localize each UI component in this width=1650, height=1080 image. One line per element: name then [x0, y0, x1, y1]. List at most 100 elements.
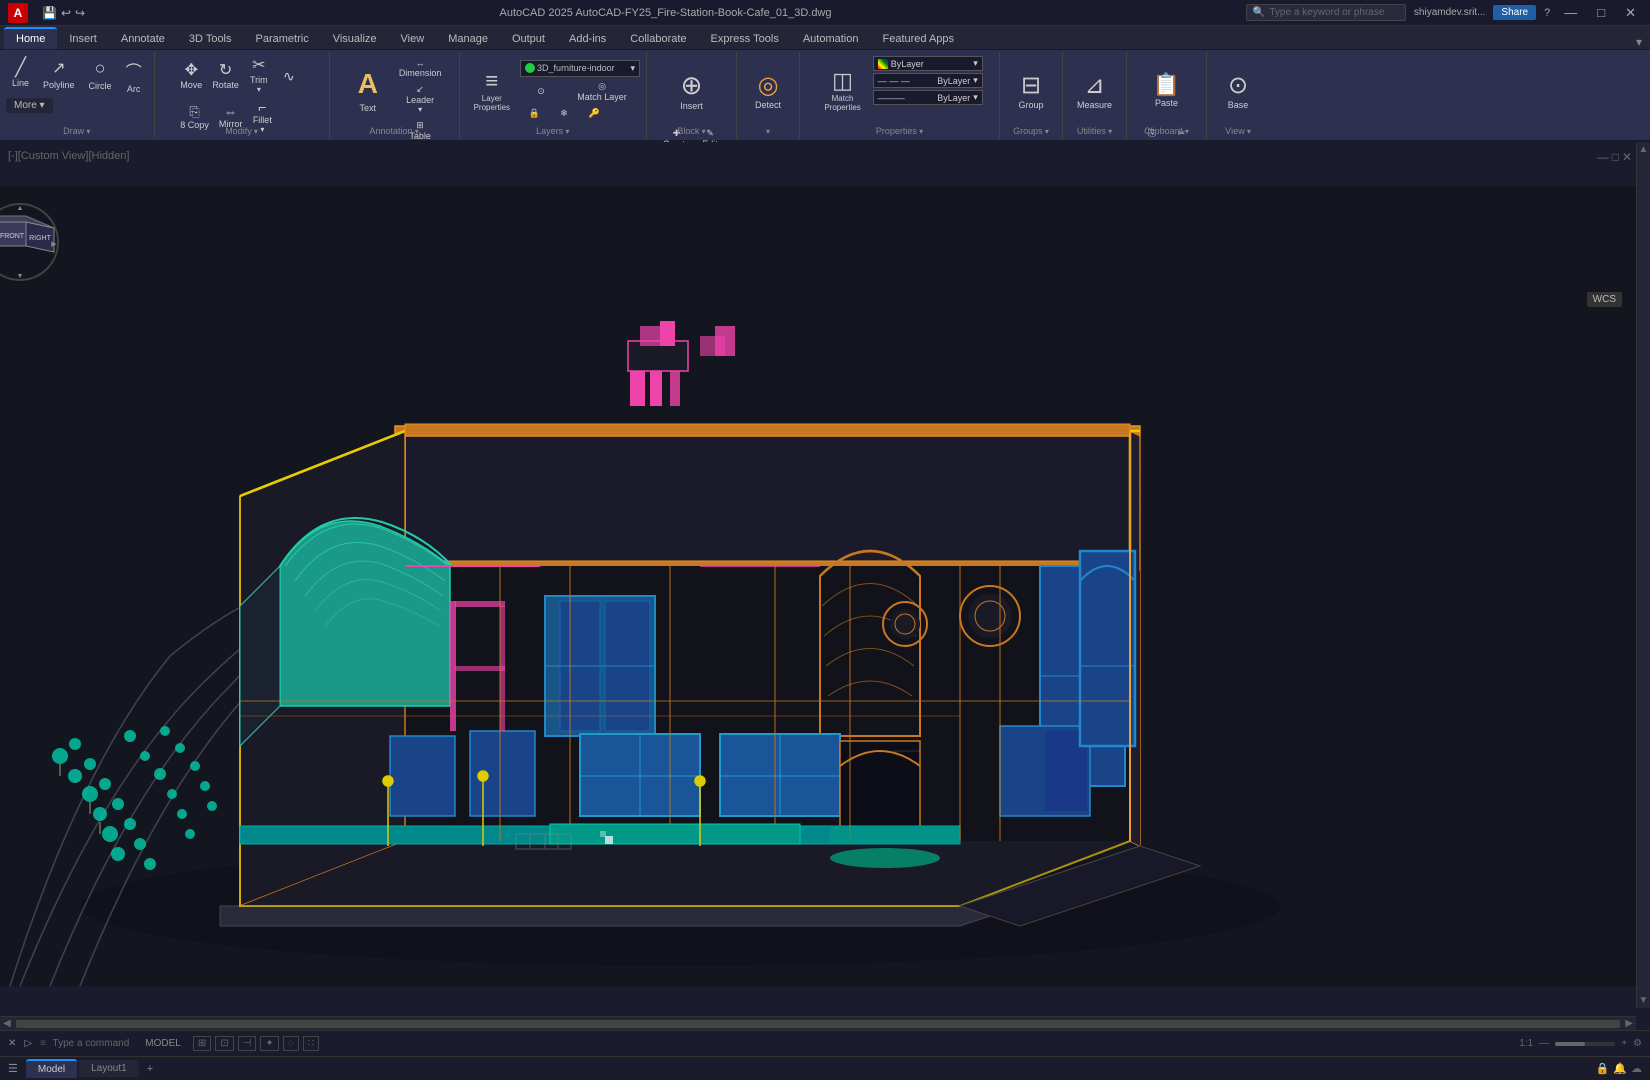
detect-button[interactable]: ◎ Detect	[743, 56, 793, 124]
group-button[interactable]: ⊟ Group	[1006, 56, 1056, 124]
search-box[interactable]: 🔍 Type a keyword or phrase	[1246, 4, 1406, 21]
vertical-scrollbar[interactable]: ▲ ▼	[1636, 142, 1650, 1008]
layers-group-label[interactable]: Layers	[460, 126, 646, 136]
layer-properties-button[interactable]: ≡ LayerProperties	[466, 56, 518, 124]
draw-more-btn[interactable]: More ▾	[6, 98, 53, 113]
tab-model[interactable]: Model	[26, 1059, 77, 1078]
help-btn[interactable]: ?	[1544, 7, 1550, 19]
properties-group-label[interactable]: Properties	[800, 126, 999, 136]
polyline-button[interactable]: ↗ Polyline	[37, 56, 81, 96]
modify-group-label[interactable]: Modify	[155, 126, 329, 136]
building-viewport[interactable]	[0, 142, 1650, 1030]
paste-button[interactable]: 📋 Paste	[1138, 56, 1196, 124]
tab-manage[interactable]: Manage	[436, 29, 500, 49]
layer-freeze-btn[interactable]: ❄	[550, 106, 578, 121]
base-button[interactable]: ⊙ Base	[1213, 56, 1263, 124]
tab-addins[interactable]: Add-ins	[557, 29, 618, 49]
scroll-right-arrow[interactable]: ▶	[1622, 1018, 1636, 1029]
notifications-btn[interactable]: 🔔	[1613, 1062, 1627, 1075]
dimension-button[interactable]: ↔Dimension	[395, 56, 446, 80]
add-tab-button[interactable]: +	[141, 1063, 159, 1075]
ribbon-collapse-btn[interactable]: ▾	[1636, 35, 1642, 49]
tab-output[interactable]: Output	[500, 29, 557, 49]
maximize-btn[interactable]: □	[1591, 3, 1611, 22]
match-properties-button[interactable]: ◫ MatchProperties	[816, 56, 868, 124]
horizontal-scrollbar[interactable]: ◀ ▶	[0, 1016, 1636, 1030]
svg-text:FRONT: FRONT	[0, 233, 25, 240]
text-button[interactable]: A Text	[343, 56, 393, 124]
zoom-slider[interactable]	[1555, 1042, 1615, 1046]
lock-icon: 🔒	[1596, 1062, 1610, 1075]
grid-btn[interactable]: ⊞	[193, 1036, 211, 1051]
viewport-minimize-btn[interactable]: —	[1597, 150, 1609, 164]
leader-button[interactable]: ↙Leader	[395, 82, 446, 116]
cloud-btn[interactable]: ☁	[1631, 1062, 1642, 1075]
tab-expresstools[interactable]: Express Tools	[699, 29, 791, 49]
make-current-button[interactable]: ⊙	[520, 79, 562, 104]
layer-isolate-btn[interactable]: 🔒	[520, 106, 548, 121]
scroll-left-arrow[interactable]: ◀	[0, 1018, 14, 1029]
color-byLayer[interactable]: ByLayer ▾	[873, 56, 983, 71]
ribbon-group-modify: ✥Move ↻Rotate ✂Trim ∿ ⎘ 8 Copy ⇔Mirror ⌐…	[155, 52, 330, 138]
linetype-byLayer[interactable]: — — — ByLayer ▾	[873, 73, 983, 88]
ortho-btn[interactable]: ⊣	[238, 1036, 257, 1051]
hamburger-btn[interactable]: ☰	[8, 1062, 18, 1075]
insert-button[interactable]: ⊕ Insert	[659, 56, 724, 124]
tab-layout1[interactable]: Layout1	[79, 1060, 139, 1077]
quick-access-redo[interactable]: ↪	[75, 6, 85, 20]
draw-group-label[interactable]: Draw	[0, 126, 154, 136]
snap-btn[interactable]: ⊡	[215, 1036, 233, 1051]
rotate-button[interactable]: ↻Rotate	[208, 56, 243, 96]
tab-insert[interactable]: Insert	[57, 29, 109, 49]
lineweight-byLayer[interactable]: ——— ByLayer ▾	[873, 90, 983, 105]
tab-home[interactable]: Home	[4, 27, 57, 49]
scroll-down-arrow[interactable]: ▼	[1637, 993, 1650, 1008]
utilities-group-label[interactable]: Utilities	[1063, 126, 1126, 136]
freeform-button[interactable]: ∿	[275, 56, 303, 96]
arc-button[interactable]: ⌒ Arc	[120, 56, 148, 96]
osnap-btn[interactable]: ◌	[283, 1036, 299, 1051]
otrack-btn[interactable]: ∷	[303, 1036, 319, 1051]
close-btn[interactable]: ✕	[1619, 3, 1642, 23]
scroll-h-thumb[interactable]	[16, 1020, 1621, 1028]
tab-collaborate[interactable]: Collaborate	[618, 29, 698, 49]
quick-access-undo[interactable]: ↩	[61, 6, 71, 20]
command-close-btn[interactable]: ✕	[8, 1038, 16, 1049]
zoom-out-btn[interactable]: —	[1539, 1038, 1549, 1049]
tab-visualize[interactable]: Visualize	[321, 29, 389, 49]
tab-featuredapps[interactable]: Featured Apps	[870, 29, 966, 49]
share-btn[interactable]: Share	[1493, 5, 1536, 20]
tab-view[interactable]: View	[389, 29, 437, 49]
circle-button[interactable]: ○ Circle	[83, 56, 118, 96]
trim-button[interactable]: ✂Trim	[245, 56, 273, 96]
user-info: shiyamdev.srit...	[1414, 7, 1486, 18]
layer-lock-btn[interactable]: 🔑	[580, 106, 608, 121]
groups-group-label[interactable]: Groups	[1000, 126, 1062, 136]
zoom-in-btn[interactable]: +	[1621, 1038, 1627, 1049]
viewport-restore-btn[interactable]: □	[1612, 150, 1619, 164]
annotation-group-label[interactable]: Annotation	[330, 126, 459, 136]
settings-btn[interactable]: ⚙	[1633, 1038, 1642, 1049]
command-filter-btn[interactable]: ▷	[24, 1038, 32, 1049]
view-group-label[interactable]: View	[1207, 126, 1269, 136]
match-layer-button[interactable]: ◎ Match Layer	[564, 79, 640, 104]
tab-automation[interactable]: Automation	[791, 29, 871, 49]
line-button[interactable]: ╱ Line	[6, 56, 35, 96]
tab-parametric[interactable]: Parametric	[244, 29, 321, 49]
polar-btn[interactable]: ✦	[260, 1036, 278, 1051]
viewport-close-btn[interactable]: ✕	[1622, 150, 1632, 164]
command-line[interactable]: ≡ Type a command	[40, 1038, 129, 1049]
tab-annotate[interactable]: Annotate	[109, 29, 177, 49]
measure-button[interactable]: ⊿ Measure	[1069, 56, 1120, 124]
scroll-up-arrow[interactable]: ▲	[1637, 142, 1650, 157]
clipboard-group-label[interactable]: Clipboard	[1127, 126, 1206, 136]
block-group-label[interactable]: Block	[647, 126, 736, 136]
tab-3dtools[interactable]: 3D Tools	[177, 29, 244, 49]
layer-dropdown[interactable]: 3D_furniture-indoor ▾	[520, 60, 640, 77]
wcs-label[interactable]: WCS	[1587, 292, 1622, 307]
quick-access-save[interactable]: 💾	[42, 6, 57, 20]
minimize-btn[interactable]: —	[1558, 3, 1583, 22]
move-button[interactable]: ✥Move	[176, 56, 206, 96]
canvas-area[interactable]: [-][Custom View][Hidden] — □ ✕	[0, 142, 1650, 1030]
nav-cube[interactable]: FRONT RIGHT ▲ ▼ ◀ ▶	[0, 202, 60, 282]
